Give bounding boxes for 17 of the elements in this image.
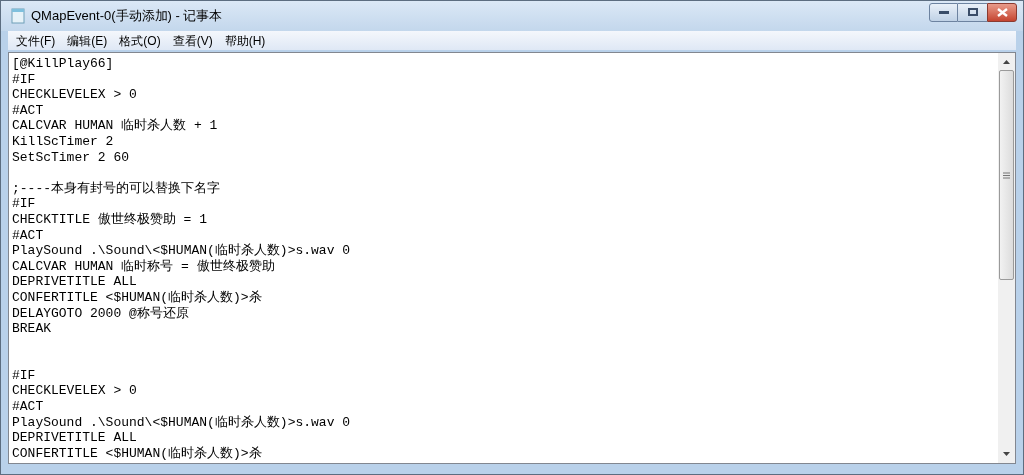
minimize-button[interactable] <box>929 2 958 22</box>
menu-item[interactable]: 格式(O) <box>113 31 167 50</box>
menu-item[interactable]: 编辑(E) <box>61 31 114 50</box>
maximize-button[interactable] <box>958 2 987 22</box>
text-content: [@KillPlay66] #IF CHECKLEVELEX > 0 #ACT CALCVAR HUMAN 临时杀人数 + 1 KillScTimer 2 SetScTimer 2 60 ;----本身有封号的可以替换下名字 #IF CHECKTITLE 傲世终极赞助 = 1 #ACT PlaySound .\Sound\<$HUMAN(临时杀人数)>s.wav 0 CALCVAR HUMAN 临时称号 = 傲世终极赞助 DEPRIVETITLE ALL CONFERTITLE <$HUMAN(临时杀人数)>杀 DELAYGOTO 2000 @称号还原 BREAK #IF CHECKLEVELEX > 0 #ACT PlaySound .\Sound\<$HUMAN(临时杀人数)>s.wav 0 DEPRIVETITLE ALL CONFERTITLE <$HUMAN(临时杀人数)>杀 <box>12 56 352 462</box>
menu-item[interactable]: 帮助(H) <box>218 31 272 50</box>
menu-item[interactable]: 查看(V) <box>166 31 219 50</box>
scroll-thumb[interactable] <box>999 70 1014 280</box>
grip-icon <box>1003 171 1010 179</box>
scroll-down-icon[interactable] <box>1003 452 1010 456</box>
window-title: QMapEvent-0(手动添加) - 记事本 <box>31 7 223 26</box>
scroll-up-icon[interactable] <box>1003 60 1010 64</box>
menu-item[interactable]: 文件(F) <box>10 31 62 50</box>
vertical-scrollbar[interactable] <box>998 53 1015 463</box>
close-icon <box>996 7 1008 17</box>
close-button[interactable] <box>987 2 1017 22</box>
notepad-icon <box>11 8 25 24</box>
